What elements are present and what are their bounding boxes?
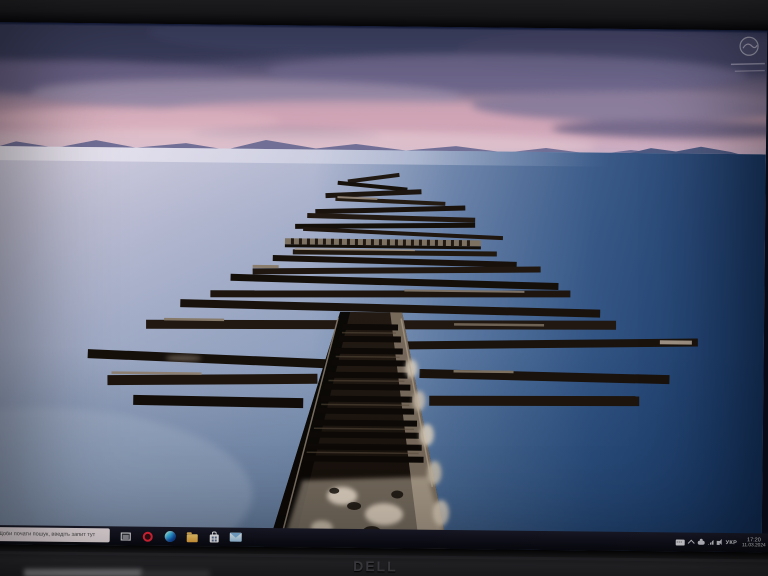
desk-surface-shadow [140,571,210,576]
desktop-wallpaper [0,22,767,552]
edge-icon [164,531,175,542]
task-view-icon [121,532,131,540]
clock[interactable]: 17:20 11.03.2024 [741,537,767,549]
desk-surface [24,569,142,576]
task-view-button[interactable] [120,529,132,543]
mail-envelope-icon [230,533,242,542]
system-tray: УКР 17:20 11.03.2024 [676,532,768,552]
search-placeholder: Щоби почати пошук, введіть запит тут [0,531,95,538]
mail-button[interactable] [230,530,242,544]
taskbar-search[interactable]: Щоби почати пошук, введіть запит тут [0,527,110,542]
opera-browser-button[interactable] [142,529,154,543]
touch-keyboard-icon[interactable] [676,539,685,545]
dell-brand-logo: DELL [325,558,425,575]
show-hidden-icons-chevron-icon[interactable] [688,540,695,547]
onedrive-cloud-icon[interactable] [698,541,705,545]
opera-icon [143,531,153,541]
screen: Щоби почати пошук, введіть запит тут [0,22,768,553]
edge-browser-button[interactable] [164,529,176,543]
folder-icon [186,534,197,542]
network-icon[interactable] [708,540,714,545]
file-explorer-button[interactable] [186,530,198,544]
store-bag-icon [209,534,218,542]
dell-monitor: Щоби почати пошук, введіть запит тут [0,0,768,576]
volume-icon[interactable] [717,540,720,544]
sky [0,22,767,162]
language-indicator[interactable]: УКР [725,540,738,546]
microsoft-store-button[interactable] [208,530,220,544]
clock-date: 11.03.2024 [742,543,766,549]
photo-of-monitor: Щоби почати пошук, введіть запит тут [0,0,768,576]
taskbar-pinned-icons [120,526,242,546]
